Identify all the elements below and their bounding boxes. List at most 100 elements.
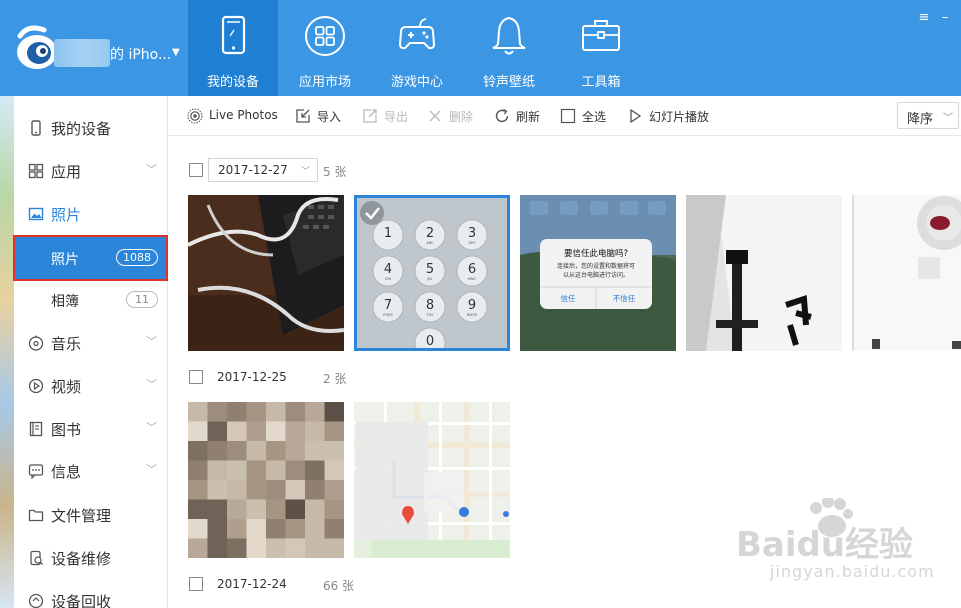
keypad-digit: 1 — [384, 226, 392, 241]
live-photos-icon — [187, 108, 203, 124]
mosaic-tile — [207, 441, 227, 461]
sidebar-item-apps[interactable]: 应用 ﹀ — [14, 156, 167, 186]
sort-order-select[interactable]: 降序 ﹀ — [897, 102, 959, 129]
mosaic-tile — [305, 421, 325, 441]
sidebar-item-label: 文件管理 — [51, 507, 112, 525]
mosaic-tile — [188, 499, 208, 519]
sidebar-item-label: 应用 — [51, 163, 82, 181]
recycle-icon — [28, 593, 44, 608]
mosaic-tile — [246, 538, 266, 558]
checkbox-icon — [560, 108, 576, 124]
keypad-letters: MNO — [468, 277, 477, 281]
chevron-down-icon: ﹀ — [146, 463, 157, 476]
group-checkbox[interactable] — [189, 163, 203, 177]
date-dropdown[interactable]: 2017-12-27 ﹀ — [208, 158, 318, 182]
keypad-letters: PQRS — [383, 313, 393, 317]
chevron-down-icon: ﹀ — [146, 421, 157, 434]
sidebar-subitem-photos[interactable]: 照片 1088 — [13, 235, 168, 281]
mosaic-tile — [285, 421, 305, 441]
sidebar-item-video[interactable]: 视频 ﹀ — [14, 371, 167, 401]
sidebar-item-recycle[interactable]: 设备回收 — [14, 586, 167, 608]
sidebar-item-file-manager[interactable]: 文件管理 — [14, 500, 167, 530]
tab-my-device[interactable]: 我的设备 — [188, 0, 278, 96]
group-date: 2017-12-27 — [218, 163, 288, 177]
mosaic-tile — [246, 519, 266, 539]
mosaic-tile — [207, 480, 227, 500]
select-all-label: 全选 — [582, 110, 607, 124]
sidebar-item-label: 音乐 — [51, 335, 82, 353]
mosaic-tile — [246, 441, 266, 461]
sidebar-subitem-albums[interactable]: 相簿 11 — [14, 278, 167, 322]
mosaic-tile — [188, 519, 208, 539]
tab-ringtone-wallpaper[interactable]: 铃声壁纸 — [464, 0, 554, 96]
group-photo-count: 2 张 — [323, 372, 347, 386]
sidebar-item-books[interactable]: 图书 ﹀ — [14, 414, 167, 444]
sidebar-item-repair[interactable]: 设备维修 — [14, 543, 167, 573]
delete-icon — [429, 110, 441, 122]
tab-label: 应用市场 — [298, 75, 351, 90]
mosaic-tile — [324, 519, 344, 539]
caret-down-icon: ▼ — [172, 47, 180, 58]
mosaic-tile — [305, 402, 325, 422]
mosaic-tile — [305, 538, 325, 558]
sidebar-item-label: 设备维修 — [51, 550, 112, 568]
folder-icon — [28, 509, 44, 522]
music-icon — [28, 335, 44, 351]
minimize-icon[interactable]: – — [938, 10, 952, 26]
sidebar-item-music[interactable]: 音乐 ﹀ — [14, 328, 167, 358]
sidebar-item-label: 图书 — [51, 421, 82, 439]
keypad-digit: 7 — [384, 298, 392, 313]
play-icon — [630, 108, 642, 124]
group-date: 2017-12-24 — [217, 577, 287, 591]
export-icon — [363, 109, 377, 123]
mosaic-tile — [207, 421, 227, 441]
mosaic-tile — [266, 460, 286, 480]
photo-image — [852, 195, 961, 351]
repair-icon — [30, 550, 43, 566]
mosaic-tile — [285, 519, 305, 539]
device-selector[interactable]: 的 iPho... ▼ — [0, 0, 188, 96]
keypad-digit: 2 — [426, 226, 434, 241]
photo-thumbnail-selected[interactable]: 1 2 ABC 3 DEF 4 GHI 5 JKL 6 MNO 7 PQRS 8 TUV 9 WXYZ 0 — [354, 195, 510, 351]
group-checkbox[interactable] — [189, 370, 203, 384]
photo-thumbnail[interactable] — [188, 195, 344, 351]
photo-thumbnail[interactable] — [188, 402, 344, 558]
mosaic-tile — [227, 538, 247, 558]
tab-app-market[interactable]: 应用市场 — [280, 0, 370, 96]
mosaic-tile — [305, 480, 325, 500]
watermark-brand: Baidu经验 — [736, 525, 913, 565]
tab-toolbox[interactable]: 工具箱 — [556, 0, 646, 96]
tab-game-center[interactable]: 游戏中心 — [372, 0, 462, 96]
mosaic-tile — [285, 538, 305, 558]
photo-image: 1 2ABC 3DEF 4GHI 5JKL 6MNO 7PQRS 8TUV 9WXYZ 0 — [354, 195, 510, 351]
chevron-down-icon: ﹀ — [300, 167, 310, 177]
sidebar-item-my-device[interactable]: 我的设备 — [14, 113, 167, 143]
trust-dialog-title: 要信任此电脑吗? — [564, 248, 628, 259]
watermark-logo: Baidu经验 — [736, 496, 913, 565]
bell-icon — [492, 16, 526, 55]
photo-image: 要信任此电脑吗? 连接后，您的设置和数据将可 以从这台电脑进行访问。 信任 不信… — [520, 195, 676, 351]
mosaic-tile — [324, 402, 344, 422]
photo-thumbnail[interactable]: 要信任此电脑吗? 连接后，您的设置和数据将可 以从这台电脑进行访问。 信任 不信… — [520, 195, 676, 351]
photo-thumbnail[interactable] — [852, 195, 961, 351]
book-icon — [29, 421, 43, 437]
slideshow-label: 幻灯片播放 — [649, 110, 710, 124]
message-icon — [28, 464, 44, 479]
mosaic-tile — [207, 538, 227, 558]
mosaic-tile — [227, 480, 247, 500]
mosaic-tile — [188, 538, 208, 558]
group-photo-count: 5 张 — [323, 165, 347, 179]
sidebar-item-messages[interactable]: 信息 ﹀ — [14, 456, 167, 486]
photo-thumbnail[interactable] — [686, 195, 842, 351]
mosaic-tile — [266, 519, 286, 539]
sidebar-item-label: 照片 — [51, 206, 82, 224]
keypad-digit: 0 — [426, 334, 434, 349]
photo-thumbnail[interactable] — [354, 402, 510, 558]
chevron-down-icon: ﹀ — [943, 113, 953, 124]
mosaic-tile — [207, 499, 227, 519]
menu-icon[interactable]: ≡ — [917, 10, 931, 26]
sidebar-item-photos[interactable]: 照片 — [14, 199, 167, 229]
chevron-down-icon: ﹀ — [146, 378, 157, 391]
mosaic-tile — [207, 460, 227, 480]
group-checkbox[interactable] — [189, 577, 203, 591]
